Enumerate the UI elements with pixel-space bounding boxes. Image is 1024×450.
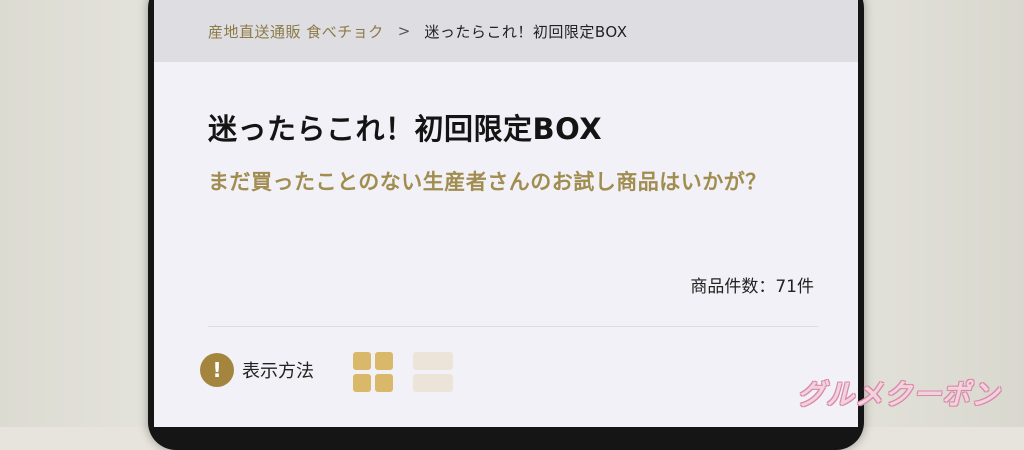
grid-view-icon-cell [375, 352, 393, 370]
page-title: 迷ったらこれ！初回限定BOX [208, 112, 603, 146]
background-left [0, 0, 150, 427]
list-view-button[interactable] [413, 352, 453, 392]
info-icon[interactable]: ! [200, 353, 234, 387]
grid-view-icon-cell [353, 374, 371, 392]
list-view-icon-row [413, 352, 453, 370]
grid-view-icon-cell [353, 352, 371, 370]
background-right [859, 0, 1024, 427]
grid-view-icon-cell [375, 374, 393, 392]
breadcrumb-current: 迷ったらこれ！初回限定BOX [424, 22, 628, 41]
watermark: グルメクーポン [796, 378, 1000, 411]
display-method-label: 表示方法 [242, 361, 314, 382]
breadcrumb: 産地直送通販 食べチョク > 迷ったらこれ！初回限定BOX [154, 0, 858, 62]
item-count: 商品件数：71件 [690, 277, 814, 297]
phone-screen: 産地直送通販 食べチョク > 迷ったらこれ！初回限定BOX 迷ったらこれ！初回限… [154, 0, 858, 427]
divider [208, 326, 818, 327]
grid-view-button[interactable] [353, 352, 393, 392]
breadcrumb-home-link[interactable]: 産地直送通販 食べチョク [208, 21, 384, 42]
list-view-icon-row [413, 374, 453, 392]
breadcrumb-separator: > [397, 22, 411, 40]
page-subtitle: まだ買ったことのない生産者さんのお試し商品はいかが？ [208, 170, 767, 194]
display-method: ! 表示方法 [200, 353, 314, 387]
